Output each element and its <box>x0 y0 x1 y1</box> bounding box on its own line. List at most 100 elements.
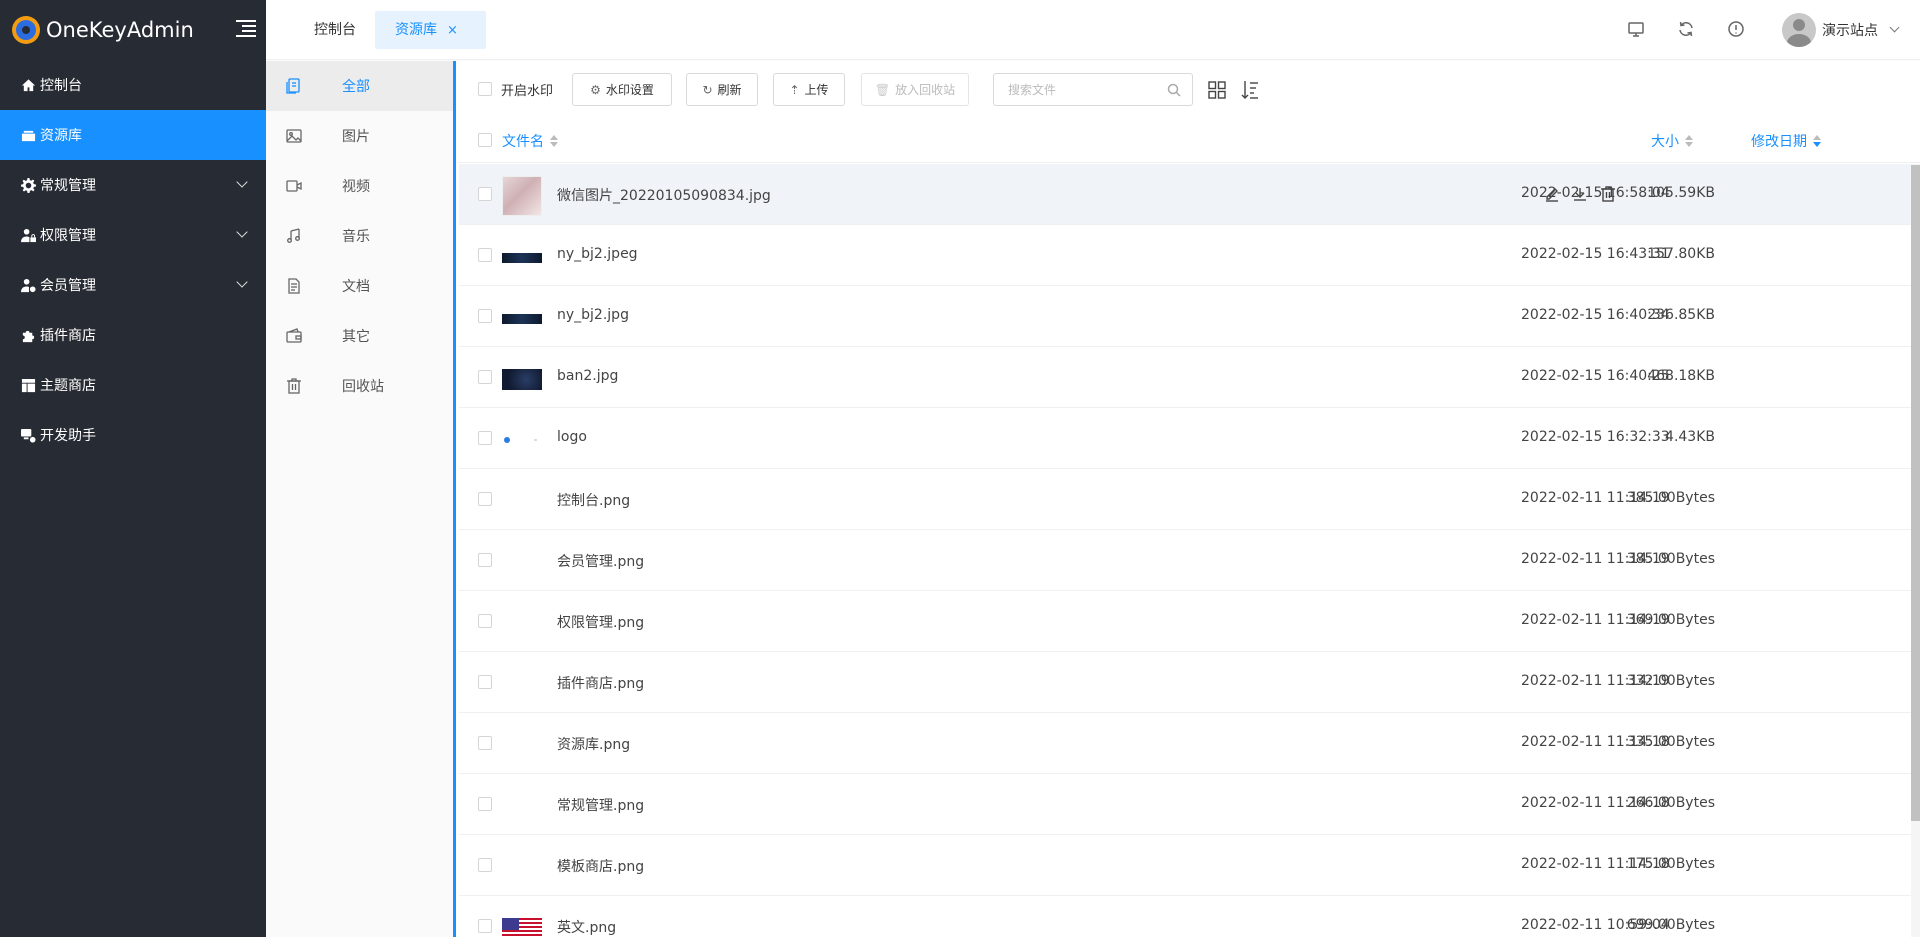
file-thumbnail <box>502 420 542 460</box>
select-all-checkbox[interactable] <box>478 133 492 147</box>
file-name[interactable]: ban2.jpg <box>557 368 618 384</box>
row-checkbox[interactable] <box>478 492 492 506</box>
button-label: 刷新 <box>717 83 742 97</box>
file-thumbnail <box>502 786 542 826</box>
table-header: 文件名 大小 修改日期 <box>459 117 1920 163</box>
file-name[interactable]: ny_bj2.jpg <box>557 307 629 323</box>
upload-button[interactable]: ⇡ 上传 <box>773 73 845 106</box>
row-checkbox[interactable] <box>478 553 492 567</box>
video-icon <box>286 178 302 194</box>
row-checkbox[interactable] <box>478 431 492 445</box>
table-row[interactable]: 会员管理.png 385.00Bytes 2022-02-11 11:14:19 <box>459 530 1911 591</box>
sidebar-item-5[interactable]: 插件商店 <box>0 310 266 360</box>
file-name[interactable]: 英文.png <box>557 917 616 937</box>
row-checkbox[interactable] <box>478 309 492 323</box>
search-icon[interactable] <box>1167 83 1181 97</box>
grid-view-icon[interactable] <box>1208 81 1226 99</box>
scrollbar-thumb[interactable] <box>1911 165 1920 821</box>
sidebar-item-3[interactable]: 权限管理 <box>0 210 266 260</box>
row-checkbox[interactable] <box>478 370 492 384</box>
table-row[interactable]: 模板商店.png 175.00Bytes 2022-02-11 11:14:18 <box>459 835 1911 896</box>
file-name[interactable]: 微信图片_20220105090834.jpg <box>557 185 771 205</box>
table-row[interactable]: ny_bj2.jpeg 157.80KB 2022-02-15 16:43:31 <box>459 225 1911 286</box>
watermark-checkbox[interactable] <box>478 82 492 96</box>
sidebar-item-0[interactable]: 控制台 <box>0 60 266 110</box>
category-item-3[interactable]: 音乐 <box>266 211 453 261</box>
toolbar: 开启水印 ⚙ 水印设置 ↻ 刷新 ⇡ 上传 🗑 放入回收站 <box>459 61 1920 117</box>
table-row[interactable]: 权限管理.png 369.00Bytes 2022-02-11 11:14:19 <box>459 591 1911 652</box>
info-icon[interactable] <box>1726 19 1746 39</box>
user-cog-icon <box>20 277 36 293</box>
file-name[interactable]: 控制台.png <box>557 490 630 510</box>
file-name[interactable]: 常规管理.png <box>557 795 644 815</box>
tab-dashboard[interactable]: 控制台 <box>294 11 376 49</box>
app-title: OneKeyAdmin <box>46 18 194 42</box>
row-checkbox[interactable] <box>478 614 492 628</box>
file-name[interactable]: 权限管理.png <box>557 612 644 632</box>
row-checkbox[interactable] <box>478 858 492 872</box>
tab-label: 资源库 <box>395 22 437 38</box>
avatar[interactable] <box>1782 13 1816 47</box>
column-header-date[interactable]: 修改日期 <box>1751 131 1821 151</box>
column-header-name[interactable]: 文件名 <box>502 131 558 151</box>
sidebar-item-4[interactable]: 会员管理 <box>0 260 266 310</box>
refresh-icon[interactable] <box>1676 19 1696 39</box>
sort-order-icon[interactable] <box>1241 80 1259 100</box>
category-label: 其它 <box>342 329 370 345</box>
move-to-recycle-button[interactable]: 🗑 放入回收站 <box>861 73 969 106</box>
table-row[interactable]: ban2.jpg 468.18KB 2022-02-15 16:40:25 <box>459 347 1911 408</box>
monitor-icon[interactable] <box>1626 19 1646 39</box>
refresh-button[interactable]: ↻ 刷新 <box>686 73 758 106</box>
table-row[interactable]: 常规管理.png 266.00Bytes 2022-02-11 11:14:18 <box>459 774 1911 835</box>
category-item-1[interactable]: 图片 <box>266 111 453 161</box>
tab-resource-library[interactable]: 资源库 × <box>375 11 486 49</box>
file-name[interactable]: 模板商店.png <box>557 856 644 876</box>
user-name[interactable]: 演示站点 <box>1822 20 1878 40</box>
row-checkbox[interactable] <box>478 248 492 262</box>
file-name[interactable]: logo <box>557 429 587 445</box>
category-item-6[interactable]: 回收站 <box>266 361 453 411</box>
file-table: 微信图片_20220105090834.jpg 105.59KB 2022-02-1… <box>459 164 1911 937</box>
sidebar-item-7[interactable]: 开发助手 <box>0 410 266 460</box>
row-checkbox[interactable] <box>478 797 492 811</box>
sidebar-item-label: 常规管理 <box>40 178 96 194</box>
file-name[interactable]: 插件商店.png <box>557 673 644 693</box>
search-input[interactable] <box>993 73 1193 106</box>
sidebar-item-label: 资源库 <box>40 128 82 144</box>
column-header-size[interactable]: 大小 <box>1651 131 1693 151</box>
table-row[interactable]: 插件商店.png 332.00Bytes 2022-02-11 11:14:19 <box>459 652 1911 713</box>
category-item-5[interactable]: 其它 <box>266 311 453 361</box>
file-name[interactable]: 资源库.png <box>557 734 630 754</box>
row-checkbox[interactable] <box>478 675 492 689</box>
document-icon <box>286 278 302 294</box>
file-name[interactable]: ny_bj2.jpeg <box>557 246 638 262</box>
category-item-2[interactable]: 视频 <box>266 161 453 211</box>
row-checkbox[interactable] <box>478 187 492 201</box>
button-label: 水印设置 <box>605 83 654 97</box>
sidebar-item-6[interactable]: 主题商店 <box>0 360 266 410</box>
trash-icon: 🗑 <box>874 82 891 97</box>
tab-close-icon[interactable]: × <box>447 23 458 38</box>
file-date: 2022-02-11 11:14:19 <box>1521 490 1670 506</box>
category-item-0[interactable]: 全部 <box>266 61 453 111</box>
table-row[interactable]: 控制台.png 385.00Bytes 2022-02-11 11:14:19 <box>459 469 1911 530</box>
user-lock-icon <box>20 227 36 243</box>
table-row[interactable]: 微信图片_20220105090834.jpg 105.59KB 2022-02-1… <box>459 164 1911 225</box>
sidebar-item-1[interactable]: 资源库 <box>0 110 266 160</box>
watermark-settings-button[interactable]: ⚙ 水印设置 <box>572 73 672 106</box>
table-row[interactable]: logo 4.43KB 2022-02-15 16:32:33 <box>459 408 1911 469</box>
category-label: 图片 <box>342 129 370 145</box>
category-item-4[interactable]: 文档 <box>266 261 453 311</box>
row-checkbox[interactable] <box>478 736 492 750</box>
table-row[interactable]: 英文.png 699.00Bytes 2022-02-11 10:59:04 <box>459 896 1911 937</box>
table-row[interactable]: 资源库.png 335.00Bytes 2022-02-11 11:14:18 <box>459 713 1911 774</box>
button-label: 上传 <box>804 83 829 97</box>
menu-collapse-icon[interactable] <box>236 20 256 38</box>
chevron-down-icon[interactable] <box>1889 22 1900 33</box>
sidebar-item-2[interactable]: 常规管理 <box>0 160 266 210</box>
table-row[interactable]: ny_bj2.jpg 236.85KB 2022-02-15 16:40:34 <box>459 286 1911 347</box>
file-thumbnail <box>502 542 542 582</box>
row-checkbox[interactable] <box>478 919 492 933</box>
watermark-label: 开启水印 <box>501 84 554 99</box>
file-name[interactable]: 会员管理.png <box>557 551 644 571</box>
